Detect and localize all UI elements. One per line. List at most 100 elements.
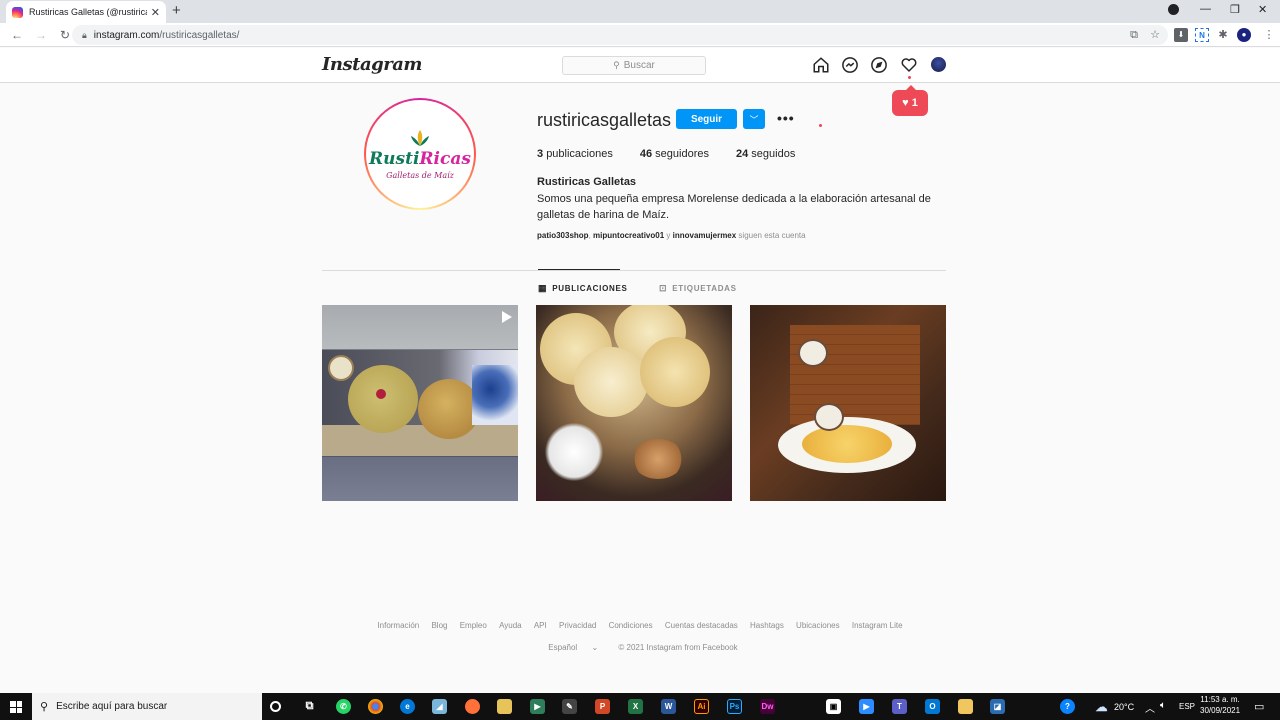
volume-icon[interactable]: 🔈︎	[1160, 700, 1166, 711]
windows-taskbar: ⚲ Escribe aquí para buscar ⧉ ✆ e ◢ ▶ ✎ P…	[0, 693, 1280, 720]
app-icon[interactable]: ◪	[990, 699, 1005, 714]
follow-button[interactable]: Seguir	[676, 109, 737, 129]
posts-stat: 3 publicaciones	[537, 148, 613, 160]
tab-close-icon[interactable]: ✕	[151, 6, 160, 19]
address-bar-row: ← → ↻ 🔒︎ instagram.com/rustiricasgalleta…	[0, 23, 1280, 47]
url-field[interactable]: 🔒︎ instagram.com/rustiricasgalletas/	[72, 25, 1168, 45]
firefox-icon[interactable]	[465, 699, 480, 714]
app-icon[interactable]: ✎	[562, 699, 577, 714]
footer-link[interactable]: Instagram Lite	[852, 621, 903, 630]
search-icon: ⚲	[40, 701, 49, 713]
browser-tab-strip: Rustiricas Galletas (@rustiricasga ✕ + —…	[0, 0, 1280, 23]
zoom-icon[interactable]: ▶	[859, 699, 874, 714]
following-stat[interactable]: 24 seguidos	[736, 148, 795, 160]
weather-cloud-icon[interactable]: ☁	[1094, 699, 1109, 714]
profile-tabs-divider	[322, 270, 946, 271]
input-language[interactable]: ESP	[1179, 702, 1195, 711]
chrome-icon[interactable]	[368, 699, 383, 714]
tab-etiquetadas[interactable]: ⊡ ETIQUETADAS	[659, 283, 737, 294]
url-path: /rustiricasgalletas/	[159, 29, 240, 41]
suggested-dropdown-button[interactable]: ﹀	[743, 109, 765, 129]
word-icon[interactable]: W	[661, 699, 676, 714]
dreamweaver-icon[interactable]: Dw	[760, 699, 775, 714]
footer-link[interactable]: Privacidad	[559, 621, 596, 630]
weather-temperature[interactable]: 20°C	[1114, 702, 1134, 712]
app-icon[interactable]: ◢	[432, 699, 447, 714]
whatsapp-icon[interactable]: ✆	[336, 699, 351, 714]
post-photo-cookie-stack	[418, 379, 480, 439]
instagram-header: Instagram ⚲ Buscar	[0, 48, 1280, 127]
notification-badge[interactable]: ♥ 1	[892, 85, 928, 116]
teams-icon[interactable]: T	[892, 699, 907, 714]
app-icon[interactable]: ▣	[826, 699, 841, 714]
app-icon[interactable]: ▶	[530, 699, 545, 714]
post-photo-jam	[376, 389, 386, 399]
task-view-icon[interactable]: ⧉	[302, 699, 317, 714]
post-thumbnail-cookies-bowl[interactable]	[536, 305, 732, 501]
instagram-favicon-icon	[12, 6, 23, 18]
explore-compass-icon[interactable]	[870, 56, 888, 74]
activity-heart-icon[interactable]	[900, 56, 918, 74]
profile-dot-icon[interactable]	[1168, 4, 1179, 15]
back-icon[interactable]: ←	[10, 28, 24, 42]
excel-icon[interactable]: X	[628, 699, 643, 714]
post-thumbnail-cookies-box[interactable]	[750, 305, 946, 501]
file-explorer-icon[interactable]	[958, 699, 973, 714]
photoshop-icon[interactable]: Ps	[727, 699, 742, 714]
post-thumbnail-video[interactable]	[322, 305, 518, 501]
footer-link[interactable]: Hashtags	[750, 621, 784, 630]
help-icon[interactable]: ?	[1060, 699, 1075, 714]
bookmark-star-icon[interactable]: ☆	[1148, 28, 1162, 42]
footer-link[interactable]: Ubicaciones	[796, 621, 840, 630]
messenger-icon[interactable]	[841, 56, 859, 74]
reload-icon[interactable]: ↻	[58, 28, 72, 42]
copyright-text: © 2021 Instagram from Facebook	[618, 643, 738, 652]
taskbar-search-input[interactable]: ⚲ Escribe aquí para buscar	[32, 693, 262, 720]
home-active-dot	[819, 124, 822, 127]
notifications-icon[interactable]: ▭	[1254, 700, 1264, 713]
illustrator-icon[interactable]: Ai	[694, 699, 709, 714]
search-input[interactable]: ⚲ Buscar	[562, 56, 706, 75]
browser-profile-icon[interactable]: ●	[1237, 28, 1251, 42]
n-extension-icon[interactable]: N	[1195, 28, 1209, 42]
instagram-logo[interactable]: Instagram	[322, 54, 422, 75]
menu-kebab-icon[interactable]: ⋮	[1262, 28, 1276, 42]
app-icon[interactable]	[497, 699, 512, 714]
powerpoint-icon[interactable]: P	[595, 699, 610, 714]
tray-chevron-icon[interactable]: ︿	[1145, 700, 1155, 715]
forward-icon[interactable]: →	[34, 28, 48, 42]
outlook-icon[interactable]: O	[925, 699, 940, 714]
browser-tab[interactable]: Rustiricas Galletas (@rustiricasga ✕	[6, 1, 166, 23]
home-icon[interactable]	[812, 56, 830, 74]
footer-link[interactable]: API	[534, 621, 547, 630]
open-external-icon[interactable]: ⧉	[1127, 28, 1141, 42]
footer-link[interactable]: Empleo	[460, 621, 487, 630]
edge-icon[interactable]: e	[400, 699, 415, 714]
profile-avatar[interactable]	[931, 57, 946, 72]
search-icon: ⚲	[613, 60, 620, 70]
footer-link[interactable]: Blog	[431, 621, 447, 630]
language-select[interactable]: Español ⌄	[542, 643, 604, 652]
maximize-icon[interactable]: ❐	[1230, 3, 1240, 16]
footer-link[interactable]: Condiciones	[609, 621, 653, 630]
followers-stat[interactable]: 46 seguidores	[640, 148, 709, 160]
minimize-icon[interactable]: —	[1200, 3, 1211, 15]
post-photo-sticker	[814, 403, 844, 431]
download-extension-icon[interactable]: ⬇	[1174, 28, 1188, 42]
tab-title: Rustiricas Galletas (@rustiricasga	[29, 7, 147, 17]
activity-dot	[908, 76, 911, 79]
clock[interactable]: 11:53 a. m. 30/09/2021	[1200, 694, 1240, 716]
puzzle-extensions-icon[interactable]: ✱	[1216, 28, 1230, 42]
cortana-icon[interactable]	[270, 701, 281, 712]
profile-picture[interactable]: RustiRicas Galletas de Maíz	[364, 98, 476, 210]
more-options-button[interactable]: •••	[777, 110, 795, 126]
followed-by-line[interactable]: patio303shop, mipuntocreativo01 y innova…	[537, 231, 806, 240]
footer-link[interactable]: Ayuda	[499, 621, 522, 630]
chevron-down-icon: ﹀	[749, 114, 759, 125]
windows-start-icon[interactable]	[10, 701, 22, 713]
footer-link[interactable]: Información	[377, 621, 419, 630]
tab-publicaciones[interactable]: ▦ PUBLICACIONES	[538, 283, 628, 294]
footer-link[interactable]: Cuentas destacadas	[665, 621, 738, 630]
close-window-icon[interactable]: ✕	[1258, 3, 1267, 16]
new-tab-button[interactable]: +	[172, 2, 181, 19]
